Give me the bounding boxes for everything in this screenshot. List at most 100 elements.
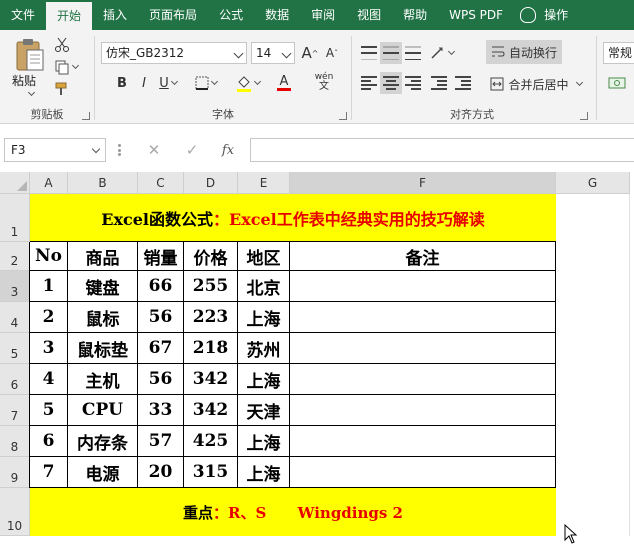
table-cell[interactable]: 66 [138, 271, 184, 302]
increase-indent-button[interactable] [452, 72, 474, 94]
confirm-entry-button[interactable]: ✓ [178, 138, 206, 162]
cut-button[interactable] [52, 36, 72, 54]
table-cell[interactable]: 上海 [238, 457, 290, 488]
table-cell[interactable]: 315 [184, 457, 238, 488]
active-cell-f3[interactable] [290, 271, 556, 302]
wrap-text-button[interactable]: 自动换行 [486, 40, 562, 64]
row-header-1[interactable]: 1 [0, 194, 30, 242]
borders-button[interactable] [191, 72, 221, 94]
tab-wps-pdf[interactable]: WPS PDF [438, 0, 514, 30]
table-cell[interactable]: 223 [184, 302, 238, 333]
font-launcher-icon[interactable] [339, 112, 347, 120]
align-top-button[interactable] [358, 42, 380, 64]
column-header-g[interactable]: G [556, 172, 630, 194]
table-cell[interactable]: 2 [30, 302, 68, 333]
table-cell[interactable]: 342 [184, 364, 238, 395]
select-all-corner[interactable] [0, 172, 30, 194]
table-cell[interactable]: 苏州 [238, 333, 290, 364]
tab-insert[interactable]: 插入 [92, 0, 138, 30]
underline-button[interactable]: U [155, 72, 181, 94]
row-header-6[interactable]: 6 [0, 364, 30, 395]
header-cell-0[interactable]: No [30, 242, 68, 271]
phonetic-button[interactable]: wén 文 [309, 70, 339, 94]
row-header-5[interactable]: 5 [0, 333, 30, 364]
tab-review[interactable]: 审阅 [300, 0, 346, 30]
row-header-8[interactable]: 8 [0, 426, 30, 457]
copy-button[interactable] [52, 58, 80, 76]
table-cell[interactable]: 电源 [68, 457, 138, 488]
header-cell-1[interactable]: 商品 [68, 242, 138, 271]
tab-home[interactable]: 开始 [46, 2, 93, 30]
font-color-button[interactable]: A [267, 72, 301, 94]
align-right-button[interactable] [402, 72, 424, 94]
table-cell[interactable]: 北京 [238, 271, 290, 302]
merge-center-button[interactable]: 合并后居中 [486, 72, 586, 96]
table-cell[interactable]: 鼠标垫 [68, 333, 138, 364]
align-bottom-button[interactable] [402, 42, 424, 64]
table-cell[interactable] [290, 302, 556, 333]
tab-file[interactable]: 文件 [0, 0, 46, 30]
header-cell-4[interactable]: 地区 [238, 242, 290, 271]
table-cell[interactable]: 上海 [238, 302, 290, 333]
accounting-format-button[interactable] [605, 72, 629, 94]
clipboard-launcher-icon[interactable] [82, 112, 90, 120]
table-cell[interactable]: 218 [184, 333, 238, 364]
table-cell[interactable] [290, 364, 556, 395]
table-cell[interactable]: 键盘 [68, 271, 138, 302]
name-box[interactable]: F3 [4, 138, 106, 162]
row-header-9[interactable]: 9 [0, 457, 30, 488]
tab-page-layout[interactable]: 页面布局 [138, 0, 208, 30]
paste-button[interactable] [10, 36, 50, 74]
column-header-b[interactable]: B [68, 172, 138, 194]
column-header-a[interactable]: A [30, 172, 68, 194]
table-cell[interactable] [290, 457, 556, 488]
number-format-select[interactable]: 常规 [603, 42, 634, 64]
table-cell[interactable]: 20 [138, 457, 184, 488]
table-cell[interactable]: 上海 [238, 364, 290, 395]
column-header-f[interactable]: F [290, 172, 556, 194]
decrease-indent-button[interactable] [428, 72, 450, 94]
table-cell[interactable]: 内存条 [68, 426, 138, 457]
fill-color-button[interactable] [231, 72, 265, 94]
tab-view[interactable]: 视图 [346, 0, 392, 30]
table-cell[interactable]: 鼠标 [68, 302, 138, 333]
column-header-e[interactable]: E [238, 172, 290, 194]
table-cell[interactable]: 上海 [238, 426, 290, 457]
tab-help[interactable]: 帮助 [392, 0, 438, 30]
column-header-c[interactable]: C [138, 172, 184, 194]
table-cell[interactable]: 56 [138, 302, 184, 333]
formula-bar-grip-icon[interactable] [118, 144, 121, 156]
row-header-4[interactable]: 4 [0, 302, 30, 333]
table-cell[interactable]: 56 [138, 364, 184, 395]
table-cell[interactable]: 5 [30, 395, 68, 426]
table-cell[interactable] [290, 395, 556, 426]
align-middle-button[interactable] [380, 42, 402, 64]
column-header-d[interactable]: D [184, 172, 238, 194]
row-header-10[interactable]: 10 [0, 488, 30, 536]
align-center-button[interactable] [380, 72, 402, 94]
row-header-7[interactable]: 7 [0, 395, 30, 426]
table-cell[interactable]: 425 [184, 426, 238, 457]
table-cell[interactable]: CPU [68, 395, 138, 426]
formula-input[interactable] [250, 138, 634, 162]
header-cell-2[interactable]: 销量 [138, 242, 184, 271]
table-cell[interactable]: 3 [30, 333, 68, 364]
align-left-button[interactable] [358, 72, 380, 94]
insert-function-button[interactable]: fx [214, 138, 242, 162]
font-name-select[interactable]: 仿宋_GB2312 [101, 42, 247, 64]
table-cell[interactable]: 57 [138, 426, 184, 457]
row-header-3[interactable]: 3 [0, 271, 30, 302]
table-cell[interactable]: 1 [30, 271, 68, 302]
table-cell[interactable]: 6 [30, 426, 68, 457]
grow-font-button[interactable]: A ^ [301, 42, 319, 64]
table-cell[interactable]: 4 [30, 364, 68, 395]
format-painter-button[interactable] [52, 80, 72, 98]
row-header-2[interactable]: 2 [0, 242, 30, 271]
lightbulb-icon[interactable] [520, 7, 537, 23]
table-cell[interactable]: 342 [184, 395, 238, 426]
font-size-select[interactable]: 14 [251, 42, 295, 64]
header-cell-3[interactable]: 价格 [184, 242, 238, 271]
tab-data[interactable]: 数据 [254, 0, 300, 30]
table-cell[interactable]: 255 [184, 271, 238, 302]
table-cell[interactable] [290, 333, 556, 364]
